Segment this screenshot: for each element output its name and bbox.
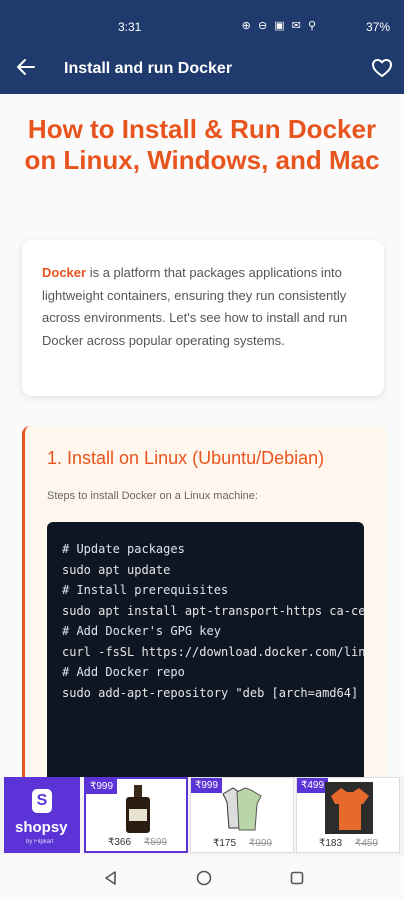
- ad-product-bottle[interactable]: ₹999 ₹366 ₹599: [84, 777, 188, 853]
- intro-card: Docker is a platform that packages appli…: [22, 240, 384, 396]
- nav-recents-icon[interactable]: [288, 869, 306, 887]
- status-icons: ⊕ ⊖ ▣ ✉ ⚲: [241, 20, 318, 32]
- shopsy-ad-banner[interactable]: S shopsy by Flipkart ₹999 ₹366 ₹599 ₹999…: [0, 777, 404, 855]
- intro-text: is a platform that packages applications…: [42, 265, 348, 348]
- status-time: 3:31: [118, 20, 142, 34]
- arrow-left-icon[interactable]: [14, 55, 38, 79]
- section-description: Steps to install Docker on a Linux machi…: [47, 490, 258, 502]
- product-mrp: ₹599: [144, 837, 168, 848]
- product-tag: ₹999: [191, 778, 223, 793]
- product-tag: ₹999: [86, 779, 118, 794]
- app-bar: Install and run Docker: [0, 44, 404, 94]
- shopsy-by-flipkart: by Flipkart: [26, 839, 54, 845]
- article-heading: How to Install & Run Docker on Linux, Wi…: [24, 114, 380, 175]
- ad-product-shirts[interactable]: ₹999 ₹175 ₹999: [190, 777, 294, 853]
- section-title: 1. Install on Linux (Ubuntu/Debian): [47, 448, 325, 468]
- product-mrp: ₹999: [249, 838, 273, 849]
- shirts-image-icon: [222, 787, 262, 831]
- nav-home-icon[interactable]: [195, 869, 213, 887]
- nav-back-icon[interactable]: [102, 869, 120, 887]
- product-tag: ₹499: [297, 778, 329, 793]
- product-price: ₹175: [213, 838, 237, 849]
- tshirt-image-icon: [325, 782, 373, 834]
- system-nav-bar: [0, 855, 404, 900]
- intro-brand: Docker: [42, 265, 87, 280]
- shopsy-brand-name: shopsy: [15, 819, 68, 836]
- code-line: # Update packages: [62, 542, 185, 556]
- bottle-image-icon: [126, 785, 150, 833]
- code-block[interactable]: # Update packages sudo apt update # Inst…: [47, 522, 364, 777]
- code-line: # Add Docker repo: [62, 665, 185, 679]
- article-content[interactable]: How to Install & Run Docker on Linux, Wi…: [0, 94, 404, 777]
- code-line: # Install prerequisites: [62, 583, 229, 597]
- shopsy-logo[interactable]: S shopsy by Flipkart: [4, 777, 80, 853]
- code-line: sudo add-apt-repository "deb [arch=amd64…: [62, 685, 359, 700]
- shopsy-logo-letter: S: [32, 789, 52, 813]
- product-price: ₹183: [319, 838, 343, 849]
- section-linux: 1. Install on Linux (Ubuntu/Debian) Step…: [22, 426, 386, 777]
- page-title: Install and run Docker: [64, 60, 233, 77]
- product-price: ₹366: [108, 837, 132, 848]
- code-line: curl -fsSL https://download.docker.com/l…: [62, 644, 364, 659]
- status-bar: 3:31 ⊕ ⊖ ▣ ✉ ⚲ 37%: [0, 0, 404, 44]
- product-mrp: ₹459: [355, 838, 379, 849]
- code-line: sudo apt update: [62, 562, 171, 577]
- battery-level: 37%: [365, 20, 390, 34]
- ad-product-tshirt[interactable]: ₹499 ₹183 ₹459: [296, 777, 400, 853]
- code-line: sudo apt install apt-transport-https ca-…: [62, 603, 364, 618]
- code-line: # Add Docker's GPG key: [62, 624, 221, 638]
- heart-outline-icon[interactable]: [370, 56, 394, 80]
